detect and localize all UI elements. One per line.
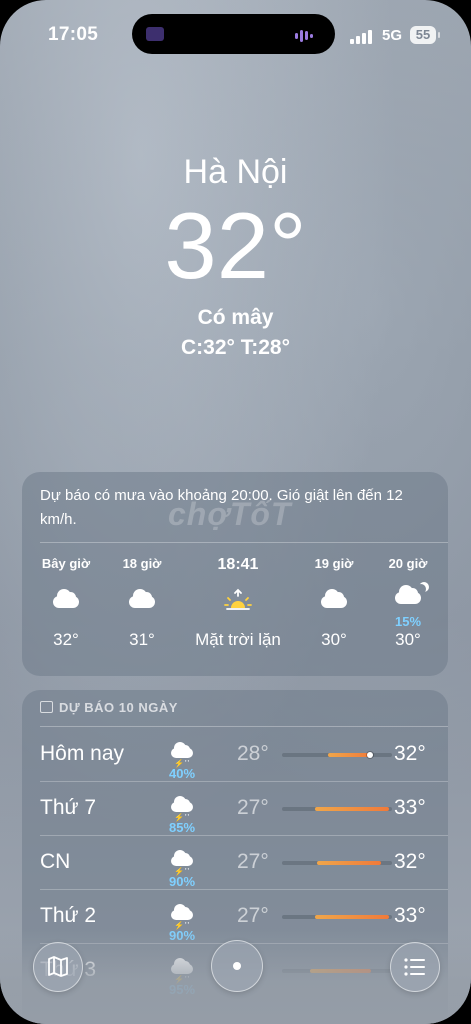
hour-item: Bây giờ 32°: [26, 556, 106, 650]
day-row[interactable]: Thứ 7 ⚡'' 85% 27° 33°: [22, 782, 448, 836]
ten-day-title: DỰ BÁO 10 NGÀY: [59, 700, 178, 715]
sunset-label: Mặt trời lặn: [195, 630, 281, 649]
hour-label: 20 giờ: [388, 556, 428, 571]
hour-item: 18 giờ 31°: [102, 556, 182, 650]
high-temp: 32°: [394, 850, 426, 873]
hour-item: 18:41 Mặt trời lặn: [188, 556, 288, 650]
hour-item: 20 giờ ''' 15% 30°: [368, 556, 448, 650]
rain-chance: 90%: [168, 874, 196, 889]
rain-chance: 15%: [394, 614, 422, 629]
low-temp: 27°: [237, 904, 269, 927]
cloud-icon: [26, 582, 106, 626]
temp-range-bar: [282, 807, 392, 811]
hour-temp: 30°: [321, 630, 347, 649]
hour-temp: 30°: [395, 630, 421, 649]
day-row[interactable]: CN ⚡'' 90% 27° 32°: [22, 836, 448, 890]
cloud-rain-thunder-icon: ⚡'': [164, 898, 200, 930]
cloud-rain-thunder-icon: ⚡'': [164, 844, 200, 876]
day-row[interactable]: Hôm nay ⚡'' 40% 28° 32°: [22, 728, 448, 782]
hour-label: 18 giờ: [122, 556, 162, 571]
cloud-icon: [102, 582, 182, 626]
temp-range-fill: [328, 753, 372, 757]
list-icon: [404, 958, 425, 976]
watermark-logo: chợTốT: [168, 496, 292, 532]
dynamic-island[interactable]: [132, 14, 335, 54]
weather-screen: 17:05 5G 55 Hà Nội 32° Có mây C:32° T:28…: [0, 0, 471, 1024]
cloud-rain-thunder-icon: ⚡'': [164, 736, 200, 768]
temp-range-fill: [315, 807, 389, 811]
low-temp: 28°: [237, 742, 269, 765]
rain-chance: 40%: [168, 766, 196, 781]
high-low-temperature: C:32° T:28°: [181, 336, 290, 359]
current-temp-marker: [367, 752, 373, 758]
temp-range-bar: [282, 861, 392, 865]
location-dot-icon: [233, 962, 241, 970]
audio-waveform-icon: [295, 27, 321, 42]
current-location-button[interactable]: [211, 940, 263, 992]
hour-temp: 32°: [53, 630, 79, 649]
temp-range-bar: [282, 752, 392, 758]
weather-condition: Có mây: [197, 306, 274, 329]
city-list-button[interactable]: [390, 942, 440, 992]
hour-item: 19 giờ 30°: [294, 556, 374, 650]
podcast-icon: [146, 27, 164, 41]
map-icon: [48, 956, 68, 977]
calendar-icon: [40, 701, 53, 713]
rain-chance: 85%: [168, 820, 196, 835]
battery-icon: 55: [410, 26, 440, 44]
ten-day-header: DỰ BÁO 10 NGÀY: [40, 700, 178, 715]
high-temp: 33°: [394, 904, 426, 927]
hour-label: 18:41: [217, 556, 259, 573]
day-label: CN: [40, 850, 71, 873]
high-temp: 32°: [394, 742, 426, 765]
hour-temp: 31°: [129, 630, 155, 649]
temp-range-fill: [317, 861, 381, 865]
cloud-moon-rain-icon: ''' 15%: [368, 582, 448, 629]
status-time: 17:05: [48, 24, 99, 45]
sunset-icon: [188, 582, 288, 626]
temp-range-fill: [315, 915, 389, 919]
network-type: 5G: [382, 27, 403, 44]
day-label: Thứ 7: [40, 796, 97, 819]
map-button[interactable]: [33, 942, 83, 992]
hour-label: Bây giờ: [41, 556, 91, 571]
low-temp: 27°: [237, 850, 269, 873]
cloud-rain-thunder-icon: ⚡'': [164, 790, 200, 822]
hour-label: 19 giờ: [314, 556, 354, 571]
day-label: Thứ 2: [40, 904, 97, 927]
current-temperature: 32°: [164, 193, 307, 298]
cloud-icon: [294, 582, 374, 626]
card-divider: [40, 542, 448, 543]
high-temp: 33°: [394, 796, 426, 819]
temp-range-bar: [282, 915, 392, 919]
card-divider: [40, 726, 448, 727]
cellular-signal-icon: [350, 28, 374, 44]
city-name: Hà Nội: [183, 153, 288, 191]
status-bar: 17:05 5G 55: [0, 0, 471, 70]
day-label: Hôm nay: [40, 742, 125, 765]
low-temp: 27°: [237, 796, 269, 819]
